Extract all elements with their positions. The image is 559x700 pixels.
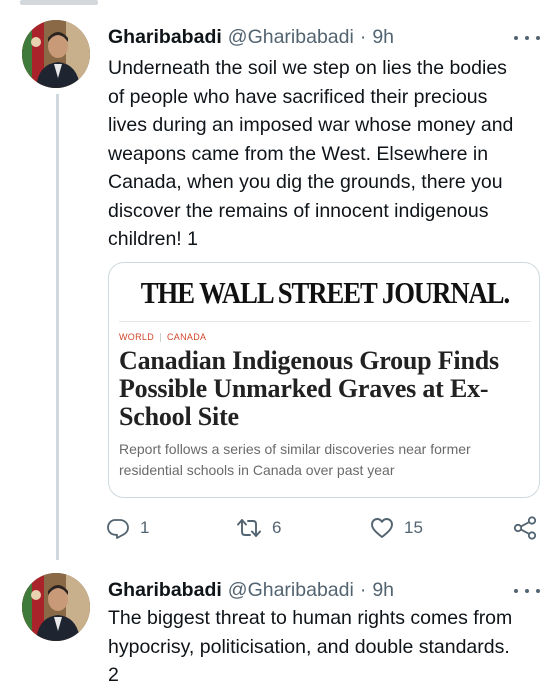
- avatar[interactable]: [22, 573, 90, 641]
- tweet-header: Gharibabadi @Gharibabadi · 9h: [108, 575, 394, 605]
- avatar-image: [22, 573, 90, 641]
- author-name[interactable]: Gharibabadi: [108, 579, 222, 602]
- tweet-text: The biggest threat to human rights comes…: [108, 607, 513, 686]
- timestamp[interactable]: 9h: [372, 579, 394, 602]
- more-options-icon[interactable]: [514, 581, 540, 601]
- tweet[interactable]: Gharibabadi @Gharibabadi · 9h The bigges…: [0, 0, 559, 700]
- author-handle[interactable]: @Gharibabadi: [228, 579, 354, 602]
- separator-dot: ·: [359, 578, 367, 601]
